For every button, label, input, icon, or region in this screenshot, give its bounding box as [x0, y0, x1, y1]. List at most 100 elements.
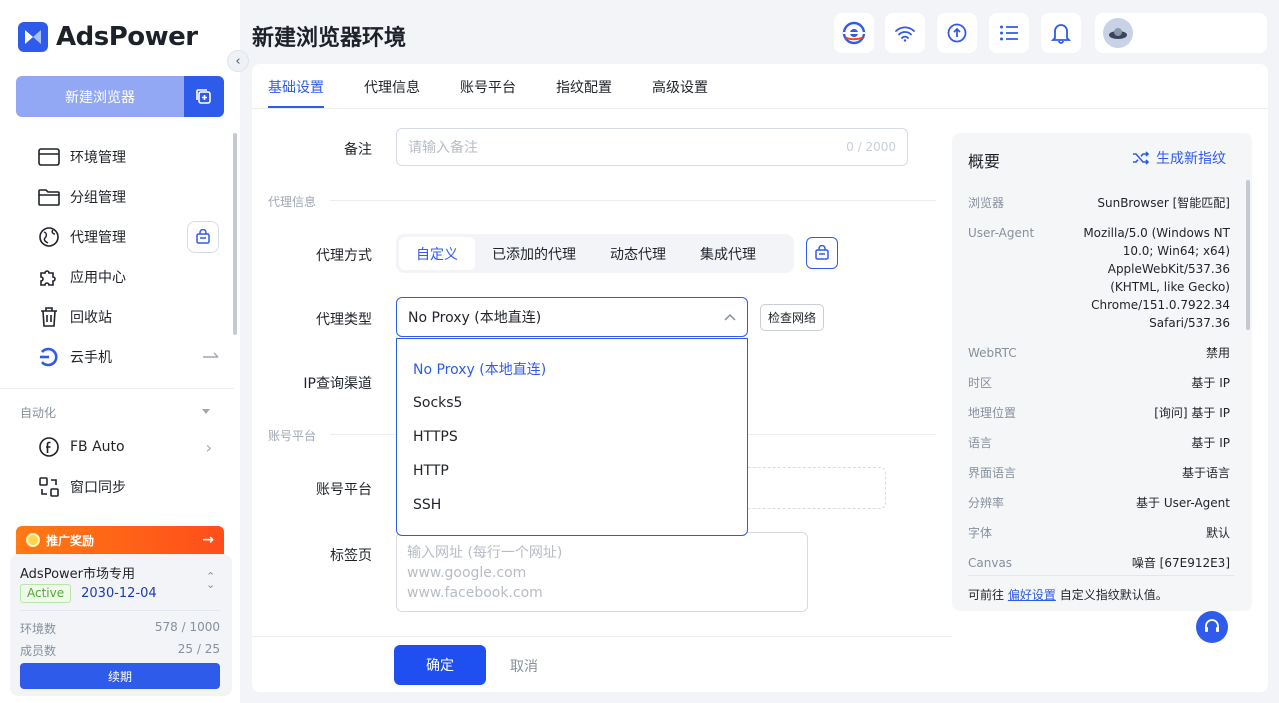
chevron-down-icon[interactable]: [202, 409, 210, 414]
sidebar-item-label: 代理管理: [70, 230, 126, 246]
divider: [20, 610, 220, 611]
logo-text: AdsPower: [56, 22, 198, 52]
member-count-value: 25 / 25: [177, 642, 220, 656]
overview-scrollbar[interactable]: [1246, 180, 1250, 330]
account-switch-icon[interactable]: ⌃ ⌄: [206, 571, 215, 590]
collapse-sidebar-button[interactable]: ‹: [227, 50, 249, 72]
account-group-label: 账号平台: [268, 429, 317, 443]
adspower-logo-icon: [18, 22, 48, 52]
sidebar-item-app-center[interactable]: 应用中心: [38, 264, 228, 290]
overview-row: 语言 基于 IP: [968, 434, 1230, 452]
overview-row: User-Agent Mozilla/5.0 (Windows NT 10.0; …: [968, 224, 1230, 332]
overview-key: WebRTC: [968, 346, 1017, 360]
arrow-right-icon: [203, 352, 219, 358]
divider: [252, 108, 1268, 109]
sidebar-item-trash[interactable]: 回收站: [38, 304, 228, 330]
proxy-option[interactable]: HTTPS: [397, 420, 747, 454]
cancel-button[interactable]: 取消: [510, 656, 538, 676]
user-menu[interactable]: [1095, 13, 1267, 53]
proxy-type-select[interactable]: No Proxy (本地直连): [396, 297, 748, 337]
tab-account[interactable]: 账号平台: [460, 66, 516, 108]
facebook-icon: [39, 437, 59, 457]
avatar: [1103, 18, 1133, 48]
tab-advanced[interactable]: 高级设置: [652, 66, 708, 108]
sidebar-item-label: 窗口同步: [70, 480, 126, 496]
proxy-shop-icon[interactable]: [806, 237, 838, 269]
sidebar-item-label: 云手机: [70, 350, 112, 366]
tab-basic[interactable]: 基础设置: [268, 66, 324, 108]
remark-input[interactable]: 请输入备注 0 / 2000: [396, 128, 908, 166]
puzzle-icon: [40, 270, 56, 286]
account-name: AdsPower市场专用: [20, 567, 135, 582]
overview-key: 字体: [968, 526, 993, 540]
proxy-mode-segmented: 自定义 已添加的代理 动态代理 集成代理: [396, 234, 794, 273]
sunbrowser-icon[interactable]: [834, 13, 874, 53]
overview-key: 浏览器: [968, 196, 1005, 210]
footnote-text: 自定义指纹默认值。: [1059, 588, 1168, 602]
proxy-option[interactable]: HTTP: [397, 454, 747, 488]
tabs-placeholder-line: 输入网址 (每行一个网址): [407, 545, 563, 561]
check-network-button[interactable]: 检查网络: [760, 304, 824, 331]
overview-row: 分辨率 基于 User-Agent: [968, 494, 1230, 512]
new-browser-button[interactable]: 新建浏览器: [16, 76, 224, 117]
overview-value: 基于 IP: [1191, 376, 1230, 390]
sidebar-item-fb-auto[interactable]: FB Auto ›: [38, 434, 228, 460]
confirm-button[interactable]: 确定: [394, 645, 486, 685]
env-count-label: 环境数: [20, 622, 57, 636]
promo-banner[interactable]: 推广奖励 →: [16, 526, 224, 554]
env-count-value: 578 / 1000: [154, 620, 220, 634]
sidebar-item-cloud-phone[interactable]: 云手机: [38, 344, 228, 370]
tab-fingerprint[interactable]: 指纹配置: [556, 66, 612, 108]
proxy-mode-saved[interactable]: 已添加的代理: [475, 237, 593, 270]
wifi-icon[interactable]: [885, 13, 925, 53]
proxy-option[interactable]: No Proxy (本地直连): [397, 352, 747, 386]
overview-key: 地理位置: [968, 406, 1017, 420]
proxy-option[interactable]: Socks5: [397, 386, 747, 420]
overview-row: 字体 默认: [968, 524, 1230, 542]
proxy-shop-icon[interactable]: [187, 221, 219, 253]
account-platform-label: 账号平台: [316, 482, 372, 498]
proxy-globe-icon: [39, 227, 59, 247]
bell-icon[interactable]: [1041, 13, 1081, 53]
proxy-group-label: 代理信息: [268, 195, 317, 209]
batch-add-icon[interactable]: [184, 76, 224, 117]
proxy-mode-dynamic[interactable]: 动态代理: [593, 237, 683, 270]
list-icon[interactable]: [989, 13, 1029, 53]
sync-icon[interactable]: [937, 13, 977, 53]
proxy-mode-custom[interactable]: 自定义: [399, 237, 475, 270]
overview-value: [询问] 基于 IP: [1154, 406, 1230, 420]
app-logo[interactable]: AdsPower: [18, 22, 198, 52]
sidebar-item-groups[interactable]: 分组管理: [38, 184, 228, 210]
sidebar-item-environments[interactable]: 环境管理: [38, 144, 228, 170]
support-chat-icon[interactable]: [1196, 611, 1228, 643]
preferences-link[interactable]: 偏好设置: [1008, 588, 1056, 602]
tabs-textarea[interactable]: 输入网址 (每行一个网址) www.google.com www.faceboo…: [396, 532, 808, 612]
overview-value: 默认: [1205, 526, 1230, 540]
tab-bar: 基础设置 代理信息 账号平台 指纹配置 高级设置: [268, 66, 748, 108]
sidebar-item-label: 环境管理: [70, 150, 126, 166]
overview-row: 界面语言 基于语言: [968, 464, 1230, 482]
overview-key: 分辨率: [968, 496, 1005, 510]
proxy-type-value: No Proxy (本地直连): [408, 310, 542, 326]
remark-placeholder: 请输入备注: [408, 140, 478, 156]
sidebar-item-window-sync[interactable]: 窗口同步: [38, 474, 228, 500]
overview-key: User-Agent: [968, 226, 1035, 240]
sidebar-item-label: FB Auto: [70, 439, 125, 455]
proxy-mode-integrated[interactable]: 集成代理: [683, 237, 773, 270]
overview-key: Canvas: [968, 556, 1013, 570]
tab-proxy[interactable]: 代理信息: [364, 66, 420, 108]
divider: [252, 636, 952, 637]
renew-button[interactable]: 续期: [20, 663, 220, 689]
chevron-right-icon: ›: [205, 437, 212, 457]
overview-value: 禁用: [1205, 346, 1230, 360]
sidebar-item-label: 回收站: [70, 310, 112, 326]
footnote-text: 可前往: [968, 588, 1005, 602]
page-title: 新建浏览器环境: [252, 26, 407, 51]
proxy-option[interactable]: SSH: [397, 488, 747, 522]
generate-fingerprint-label: 生成新指纹: [1156, 151, 1226, 167]
sidebar-item-label: 应用中心: [70, 270, 126, 286]
proxy-type-label: 代理类型: [316, 312, 372, 328]
overview-row: 浏览器 SunBrowser [智能匹配]: [968, 194, 1230, 212]
generate-fingerprint-button[interactable]: 生成新指纹: [1132, 148, 1226, 168]
sidebar-scrollbar[interactable]: [233, 133, 237, 335]
